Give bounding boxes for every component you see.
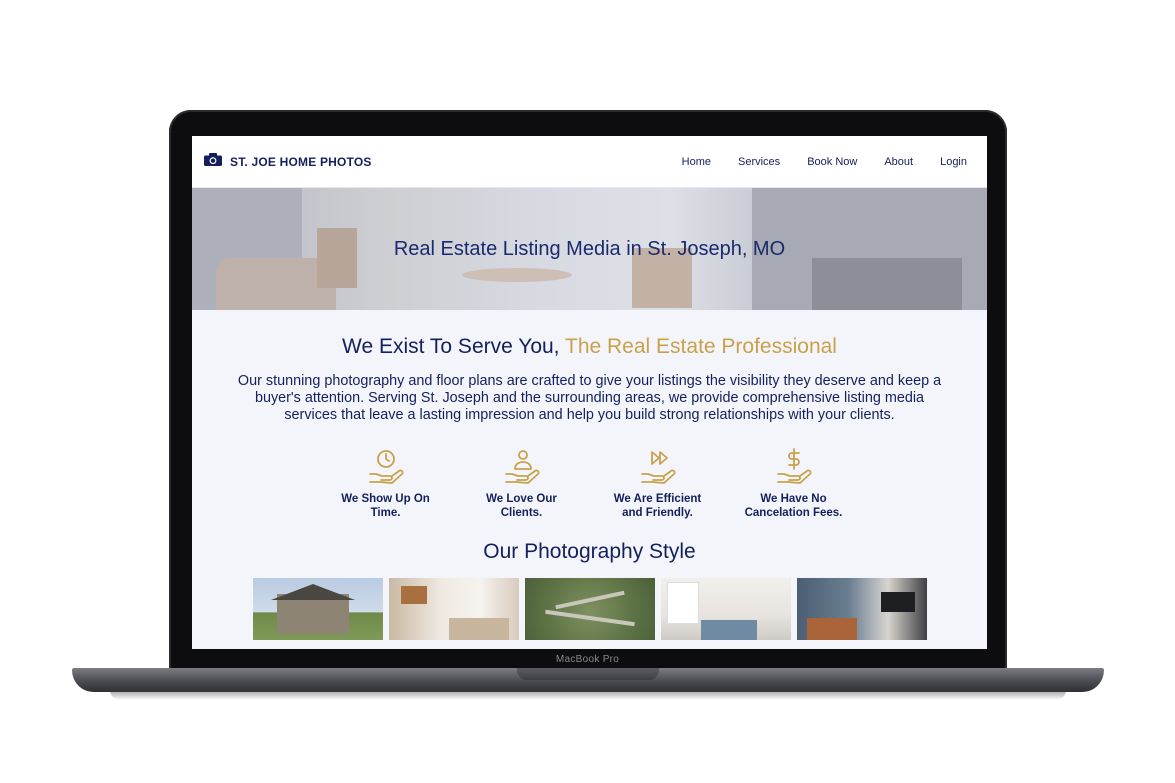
intro-paragraph: Our stunning photography and floor plans… xyxy=(237,373,942,423)
feature-item: We Are Efficient and Friendly. xyxy=(590,448,726,520)
feature-label: We Are Efficient and Friendly. xyxy=(613,493,702,519)
feature-label: We Show Up On Time. xyxy=(341,493,430,519)
feature-label: We Have No Cancelation Fees. xyxy=(744,493,843,519)
feature-label: We Love Our Clients. xyxy=(486,493,557,519)
feature-item: We Love Our Clients. xyxy=(454,448,590,520)
feature-item: We Show Up On Time. xyxy=(318,448,454,520)
device-label: MacBook Pro xyxy=(555,654,620,665)
website-screen: ST. JOE HOME PHOTOS Home Services Book N… xyxy=(192,136,987,649)
headline-main: We Exist To Serve You, xyxy=(342,335,560,358)
laptop-notch xyxy=(517,668,659,680)
hero-banner: Real Estate Listing Media in St. Joseph,… xyxy=(192,188,987,310)
nav-login[interactable]: Login xyxy=(940,156,967,168)
top-navigation: ST. JOE HOME PHOTOS Home Services Book N… xyxy=(192,136,987,188)
dollar-hand-icon xyxy=(774,448,814,488)
hero-title: Real Estate Listing Media in St. Joseph,… xyxy=(393,238,786,260)
site-logo[interactable]: ST. JOE HOME PHOTOS xyxy=(204,152,372,171)
feature-item: We Have No Cancelation Fees. xyxy=(726,448,862,520)
main-content: We Exist To Serve You, The Real Estate P… xyxy=(192,335,987,640)
nav-links: Home Services Book Now About Login xyxy=(682,156,967,168)
headline-accent: The Real Estate Professional xyxy=(565,335,837,358)
nav-home[interactable]: Home xyxy=(682,156,711,168)
house-exterior-photo[interactable] xyxy=(252,578,383,640)
photography-section-title: Our Photography Style xyxy=(483,540,696,563)
nav-about[interactable]: About xyxy=(884,156,913,168)
fast-forward-hand-icon xyxy=(638,448,678,488)
aerial-neighborhood-photo[interactable] xyxy=(524,578,655,640)
feature-list: We Show Up On Time. We Love Our Clients. xyxy=(192,448,987,520)
main-headline: We Exist To Serve You, The Real Estate P… xyxy=(192,335,987,359)
camera-icon xyxy=(204,152,222,171)
clock-hand-icon xyxy=(366,448,406,488)
photo-gallery xyxy=(192,578,987,640)
kitchen-photo[interactable] xyxy=(660,578,791,640)
nav-services[interactable]: Services xyxy=(738,156,780,168)
site-name: ST. JOE HOME PHOTOS xyxy=(230,154,372,169)
laptop-shadow xyxy=(110,690,1066,700)
person-hand-icon xyxy=(502,448,542,488)
nav-book-now[interactable]: Book Now xyxy=(807,156,857,168)
living-room-photo[interactable] xyxy=(388,578,519,640)
family-room-photo[interactable] xyxy=(796,578,927,640)
